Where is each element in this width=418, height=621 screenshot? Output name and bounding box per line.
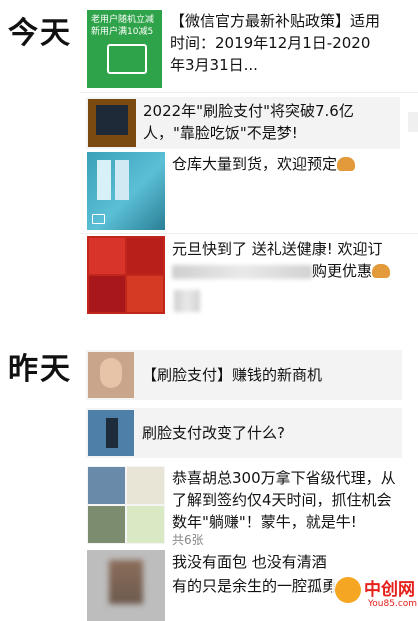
- shared-link-card[interactable]: 【刷脸支付】赚钱的新商机: [86, 350, 402, 400]
- more-indicator: [408, 112, 418, 132]
- post-text[interactable]: 恭喜胡总300万拿下省级代理，从了解到签约仅4天时间，抓住机会数年"躺赚"！蒙牛…: [172, 467, 404, 533]
- video-thumbnail[interactable]: [87, 152, 165, 230]
- image-grid-thumbnail[interactable]: [87, 466, 165, 544]
- post-thumbnail[interactable]: [87, 550, 165, 621]
- link-thumbnail: [88, 99, 136, 147]
- post-text: 购更优惠: [312, 260, 412, 282]
- blurred-text: [174, 290, 200, 312]
- post-text[interactable]: 【微信官方最新补贴政策】适用时间：2019年12月1日-2020年3月31日..…: [170, 10, 385, 76]
- divider: [80, 92, 418, 93]
- thumb-text: 新用户满10减5: [91, 27, 154, 37]
- image-count: 共6张: [172, 533, 204, 547]
- post-text[interactable]: 元旦快到了 送礼送健康! 欢迎订: [172, 238, 407, 260]
- grid-image: [127, 467, 164, 504]
- grid-image: [127, 276, 163, 312]
- bicep-emoji-icon: [337, 157, 356, 171]
- watermark-logo: 中创网 You85.com: [332, 573, 418, 617]
- image-grid-thumbnail[interactable]: [87, 236, 165, 314]
- day-label-today: 今天: [8, 16, 72, 51]
- shelf-image: [115, 160, 129, 200]
- divider: [80, 233, 418, 234]
- grid-image: [127, 238, 163, 274]
- watermark-url: You85.com: [368, 599, 418, 609]
- grid-image: [89, 276, 125, 312]
- person-image: [106, 418, 118, 448]
- blurred-text: [172, 265, 312, 279]
- link-thumbnail: [88, 410, 134, 456]
- link-thumbnail: [88, 352, 134, 398]
- face-image: [100, 358, 122, 388]
- video-icon: [92, 214, 105, 224]
- grid-image: [127, 506, 164, 543]
- grid-image: [89, 238, 125, 274]
- link-title: 【刷脸支付】赚钱的新商机: [142, 366, 323, 384]
- grid-image: [88, 467, 125, 504]
- shared-link-card[interactable]: 2022年"刷脸支付"将突破7.6亿人，"靠脸吃饭"不是梦!: [86, 97, 400, 149]
- shared-link-card[interactable]: 刷脸支付改变了什么?: [86, 408, 402, 458]
- day-label-yesterday: 昨天: [8, 352, 72, 387]
- link-title: 2022年"刷脸支付"将突破7.6亿人，"靠脸吃饭"不是梦!: [143, 102, 354, 142]
- link-title: 刷脸支付改变了什么?: [142, 424, 285, 442]
- post-thumbnail[interactable]: 老用户随机立减 新用户满10减5: [87, 10, 162, 88]
- watermark-text: 中创网: [364, 580, 415, 600]
- grid-image: [88, 506, 125, 543]
- logo-icon: [335, 577, 361, 603]
- shelf-image: [97, 160, 111, 200]
- post-text[interactable]: 我没有面包 也没有清酒: [172, 551, 404, 573]
- blurred-face-image: [109, 560, 143, 604]
- wallet-icon: [107, 44, 147, 74]
- post-text[interactable]: 仓库大量到货，欢迎预定: [172, 153, 402, 175]
- screen-icon: [96, 105, 128, 135]
- bicep-emoji-icon: [372, 264, 391, 278]
